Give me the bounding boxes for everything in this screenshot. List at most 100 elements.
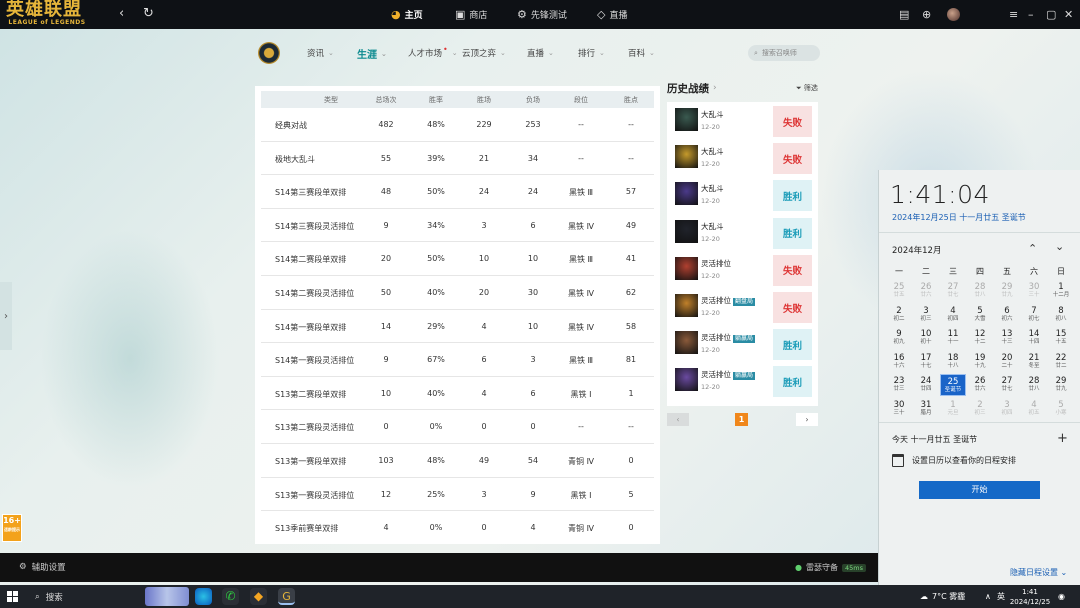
side-expand-tab[interactable]: › [0, 282, 12, 350]
minimize-icon[interactable]: – [1028, 0, 1034, 29]
ime-indicator[interactable]: 英 [997, 585, 1005, 608]
prev-month-icon[interactable]: ⌃ [1028, 242, 1037, 255]
start-button[interactable]: 开始 [919, 481, 1040, 499]
calendar-day[interactable]: 7 初七 [1021, 304, 1047, 326]
taskbar-clock[interactable]: 1:41 2024/12/25 [1008, 587, 1052, 607]
match-item[interactable]: 大乱斗 12-20 胜利 [673, 217, 812, 251]
hide-schedule-link[interactable]: 隐藏日程设置 ⌄ [1010, 567, 1067, 578]
calendar-day[interactable]: 11 十一 [940, 327, 966, 349]
topnav-store[interactable]: ▣ 商店 [455, 0, 487, 29]
calendar-day[interactable]: 23 廿三 [886, 374, 912, 396]
calendar-day[interactable]: 27 廿七 [940, 280, 966, 302]
calendar-day[interactable]: 25 廿五 [886, 280, 912, 302]
topnav-live[interactable]: ◇ 直播 [597, 0, 627, 29]
lol-badge-icon[interactable] [258, 42, 280, 64]
app-icon[interactable]: ◆ [250, 588, 267, 605]
calendar-day[interactable]: 9 初九 [886, 327, 912, 349]
inbox-icon[interactable]: ▤ [899, 0, 909, 29]
maximize-icon[interactable]: ▢ [1046, 0, 1056, 29]
taskbar-search[interactable]: ⌕ 搜索 [27, 585, 63, 608]
calendar-day[interactable]: 28 廿八 [967, 280, 993, 302]
subnav-wiki[interactable]: 百科 ⌄ [628, 47, 655, 59]
calendar-day[interactable]: 26 廿六 [967, 374, 993, 396]
calendar-day[interactable]: 20 二十 [994, 351, 1020, 373]
calendar-day[interactable]: 5 小寒 [1048, 398, 1074, 420]
match-item[interactable]: 大乱斗 12-20 胜利 [673, 180, 812, 213]
match-item[interactable]: 大乱斗 12-20 失败 [673, 106, 812, 139]
search-highlight-image[interactable] [145, 587, 189, 606]
weather-widget[interactable]: ☁ 7°C 雾霾 [920, 585, 965, 608]
subnav-career[interactable]: 生涯 ⌄ [357, 46, 387, 62]
refresh-icon[interactable]: ↻ [143, 6, 154, 21]
calendar-day-today[interactable]: 25 圣诞节 [940, 374, 966, 396]
subnav-news[interactable]: 资讯 ⌄ [307, 47, 334, 59]
calendar-day[interactable]: 22 廿二 [1048, 351, 1074, 373]
wechat-icon[interactable]: ✆ [222, 588, 239, 605]
subnav-ranking[interactable]: 排行 ⌄ [578, 47, 605, 59]
calendar-day[interactable]: 29 廿九 [1048, 374, 1074, 396]
calendar-day[interactable]: 30 三十 [886, 398, 912, 420]
topnav-home[interactable]: ◕ 主页 [391, 0, 423, 29]
calendar-day[interactable]: 14 十四 [1021, 327, 1047, 349]
calendar-day[interactable]: 5 大雪 [967, 304, 993, 326]
calendar-day[interactable]: 17 十七 [913, 351, 939, 373]
filter-button[interactable]: ⏷ 筛选 [796, 83, 818, 93]
league-client-icon[interactable]: G [278, 588, 295, 605]
next-month-icon[interactable]: ⌄ [1055, 240, 1064, 253]
clock-date[interactable]: 2024年12月25日 十一月廿五 圣诞节 [892, 212, 1026, 223]
calendar-day[interactable]: 27 廿七 [994, 374, 1020, 396]
calendar-day[interactable]: 1 十二月 [1048, 280, 1074, 302]
calendar-day[interactable]: 31 腊月 [913, 398, 939, 420]
calendar-day[interactable]: 2 初二 [886, 304, 912, 326]
chevron-right-icon[interactable]: › [713, 83, 717, 93]
add-event-icon[interactable]: + [1057, 431, 1068, 446]
subnav-live[interactable]: 直播 ⌄ [527, 47, 554, 59]
assist-settings-button[interactable]: ⚙ 辅助设置 [19, 561, 66, 573]
topnav-pbe[interactable]: ⚙ 先锋测试 [517, 0, 567, 29]
menu-icon[interactable]: ≡ [1009, 0, 1018, 29]
calendar-day[interactable]: 19 十九 [967, 351, 993, 373]
next-page-button[interactable]: › [796, 413, 818, 426]
calendar-day[interactable]: 1 元旦 [940, 398, 966, 420]
history-title[interactable]: 历史战绩 [667, 81, 709, 96]
page-number[interactable]: 1 [735, 413, 748, 426]
prev-page-button[interactable]: ‹ [667, 413, 689, 426]
calendar-day[interactable]: 21 冬至 [1021, 351, 1047, 373]
calendar-day[interactable]: 3 初四 [994, 398, 1020, 420]
calendar-day[interactable]: 24 廿四 [913, 374, 939, 396]
calendar-day[interactable]: 2 初三 [967, 398, 993, 420]
calendar-day[interactable]: 10 初十 [913, 327, 939, 349]
calendar-day[interactable]: 15 十五 [1048, 327, 1074, 349]
calendar-day[interactable]: 30 三十 [1021, 280, 1047, 302]
windows-start-icon[interactable] [7, 591, 18, 602]
calendar-day[interactable]: 8 初八 [1048, 304, 1074, 326]
back-icon[interactable]: ‹ [119, 6, 124, 21]
close-icon[interactable]: ✕ [1064, 0, 1073, 29]
calendar-month[interactable]: 2024年12月 [892, 244, 941, 256]
match-item[interactable]: 灵活排位 躺赢局 12-20 胜利 [673, 329, 812, 362]
calendar-day[interactable]: 3 初三 [913, 304, 939, 326]
calendar-day[interactable]: 12 十二 [967, 327, 993, 349]
notification-icon[interactable]: ◉ [1058, 585, 1065, 608]
edge-icon[interactable] [195, 588, 212, 605]
subnav-tft[interactable]: 云顶之弈 ⌄ [462, 47, 506, 59]
user-avatar[interactable] [947, 0, 960, 29]
calendar-day[interactable]: 6 初六 [994, 304, 1020, 326]
download-icon[interactable]: ⊕ [922, 0, 931, 29]
match-item[interactable]: 灵活排位 12-20 失败 [673, 254, 812, 288]
match-item[interactable]: 大乱斗 12-20 失败 [673, 143, 812, 176]
match-item[interactable]: 灵活排位 翻盘局 12-20 失败 [673, 292, 812, 325]
calendar-day[interactable]: 13 十三 [994, 327, 1020, 349]
calendar-day[interactable]: 18 十八 [940, 351, 966, 373]
calendar-day[interactable]: 4 初五 [1021, 398, 1047, 420]
tray-overflow-icon[interactable]: ∧ [985, 585, 991, 608]
calendar-day[interactable]: 4 初四 [940, 304, 966, 326]
summoner-search-input[interactable]: ⌕ 搜索召唤师 [748, 45, 820, 61]
match-item[interactable]: 灵活排位 躺赢局 12-20 胜利 [673, 366, 812, 399]
calendar-day[interactable]: 28 廿八 [1021, 374, 1047, 396]
subnav-talent-market[interactable]: 人才市场 • ⌄ [408, 45, 458, 60]
game-logo[interactable]: 英雄联盟 LEAGUE of LEGENDS [6, 1, 96, 27]
calendar-day[interactable]: 16 十六 [886, 351, 912, 373]
calendar-day[interactable]: 29 廿九 [994, 280, 1020, 302]
calendar-day[interactable]: 26 廿六 [913, 280, 939, 302]
